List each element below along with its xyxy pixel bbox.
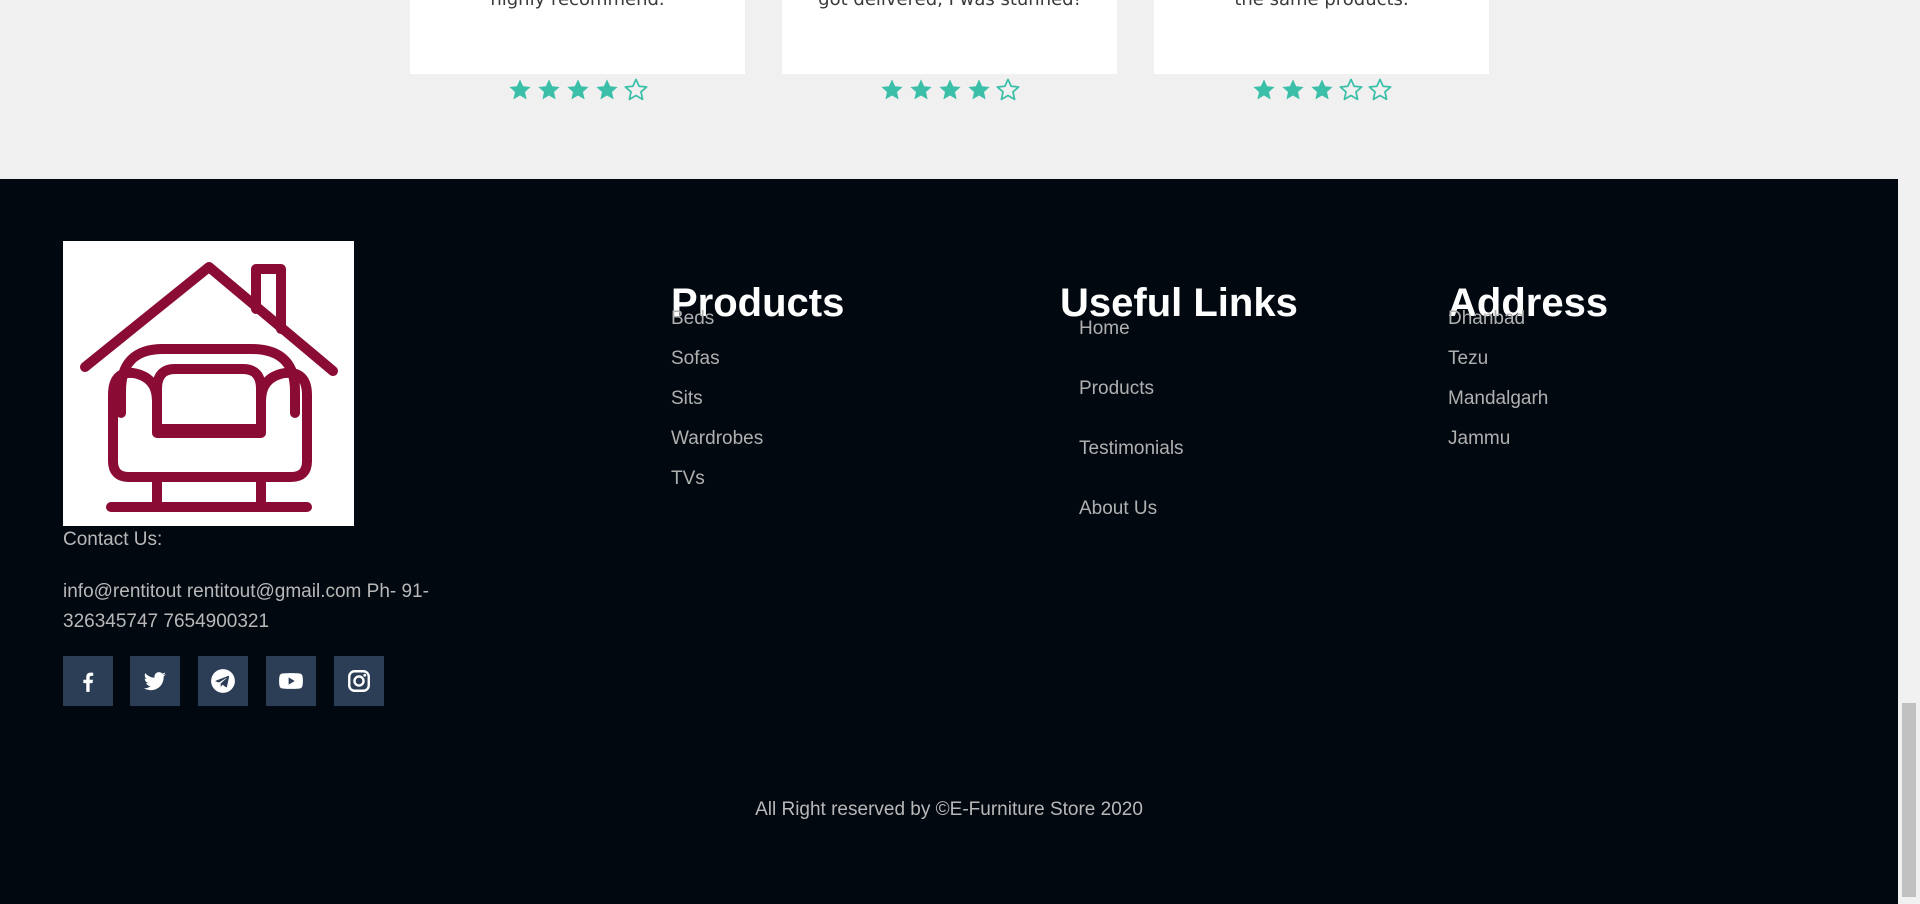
address-item: Jammu: [1448, 428, 1511, 449]
copyright-text: All Right reserved by ©E-Furniture Store…: [755, 799, 1143, 820]
address-item: Mandalgarh: [1448, 388, 1549, 409]
rating-stars: [782, 77, 1117, 103]
product-link-tvs[interactable]: TVs: [671, 465, 763, 505]
twitter-icon: [143, 672, 166, 691]
testimonial-card: the same products.: [1154, 0, 1489, 74]
star-filled-icon: [564, 77, 592, 103]
facebook-link[interactable]: [63, 656, 113, 706]
contact-title: Contact Us:: [63, 529, 163, 550]
youtube-icon: [279, 673, 303, 689]
star-filled-icon: [965, 77, 993, 103]
nav-link-home[interactable]: Home: [1079, 315, 1184, 375]
instagram-link[interactable]: [334, 656, 384, 706]
star-filled-icon: [506, 77, 534, 103]
youtube-link[interactable]: [266, 656, 316, 706]
facebook-icon: [83, 672, 94, 692]
star-empty-icon: [1366, 77, 1394, 103]
testimonial-text: highly recommend.: [410, 0, 745, 12]
product-link-sits[interactable]: Sits: [671, 385, 763, 425]
star-empty-icon: [1337, 77, 1365, 103]
nav-link-about-us[interactable]: About Us: [1079, 495, 1184, 555]
page-scrollbar[interactable]: [1898, 0, 1920, 904]
star-filled-icon: [936, 77, 964, 103]
testimonial-text: the same products.: [1154, 0, 1489, 12]
address-list: Dhanbad Tezu Mandalgarh Jammu: [1448, 305, 1548, 465]
star-filled-icon: [1279, 77, 1307, 103]
nav-link-products[interactable]: Products: [1079, 375, 1184, 435]
product-link-wardrobes[interactable]: Wardrobes: [671, 425, 763, 465]
contact-info: info@rentitout rentitout@gmail.com Ph- 9…: [63, 581, 429, 632]
testimonial-card: got delivered, I was stunned!: [782, 0, 1117, 74]
star-filled-icon: [1308, 77, 1336, 103]
telegram-link[interactable]: [198, 656, 248, 706]
star-filled-icon: [878, 77, 906, 103]
address-item: Dhanbad: [1448, 308, 1526, 329]
star-empty-icon: [994, 77, 1022, 103]
instagram-icon: [348, 670, 370, 692]
star-filled-icon: [535, 77, 563, 103]
store-logo[interactable]: [63, 241, 354, 526]
star-filled-icon: [1250, 77, 1278, 103]
nav-link-testimonials[interactable]: Testimonials: [1079, 435, 1184, 495]
site-footer: Contact Us: info@rentitout rentitout@gma…: [0, 179, 1898, 904]
house-armchair-logo-icon: [80, 262, 338, 512]
testimonial-text: got delivered, I was stunned!: [782, 0, 1117, 12]
testimonial-card: highly recommend.: [410, 0, 745, 74]
scrollbar-thumb[interactable]: [1902, 703, 1916, 897]
address-item: Tezu: [1448, 348, 1489, 369]
star-filled-icon: [593, 77, 621, 103]
twitter-link[interactable]: [130, 656, 180, 706]
testimonials-section: highly recommend. got delivered, I was s…: [0, 0, 1898, 179]
products-list: Beds Sofas Sits Wardrobes TVs: [671, 305, 763, 505]
star-empty-icon: [622, 77, 650, 103]
telegram-icon: [211, 669, 235, 693]
rating-stars: [1154, 77, 1489, 103]
star-filled-icon: [907, 77, 935, 103]
product-link-beds[interactable]: Beds: [671, 305, 763, 345]
rating-stars: [410, 77, 745, 103]
useful-links-list: Home Products Testimonials About Us: [1079, 315, 1184, 555]
product-link-sofas[interactable]: Sofas: [671, 345, 763, 385]
